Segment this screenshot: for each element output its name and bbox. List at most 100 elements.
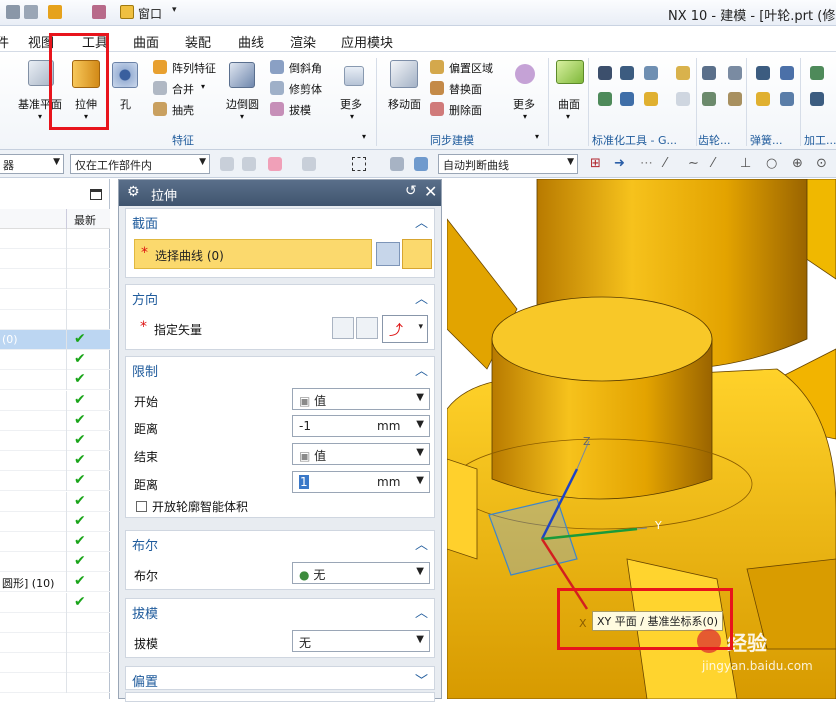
navigator-row[interactable]: ✔ (0, 491, 110, 512)
std-tool-icon-3[interactable] (644, 66, 658, 80)
snap-line-icon[interactable]: ⁄ (664, 156, 666, 171)
vector-type-dropdown[interactable]: ⤴ ▾ (382, 315, 428, 343)
spring-tool-icon-3[interactable] (756, 92, 770, 106)
reset-icon[interactable]: ↺ (405, 183, 417, 199)
navigator-row[interactable] (0, 249, 110, 270)
std-tool-icon-1[interactable] (598, 66, 612, 80)
start-distance-input[interactable]: -1 mm ▼ (292, 415, 430, 437)
boolean-header[interactable]: 布尔 ︿ (126, 531, 434, 555)
eraser-icon[interactable] (92, 5, 106, 19)
spring-tool-icon-4[interactable] (780, 92, 794, 106)
navigator-row[interactable] (0, 633, 110, 653)
window-menu[interactable]: 窗口 (138, 5, 162, 22)
delete-face-label[interactable]: 删除面 (449, 102, 482, 118)
menu-curve[interactable]: 曲线 (238, 32, 264, 51)
more-features-label[interactable]: 更多 (340, 96, 362, 112)
menu-application[interactable]: 应用模块 (341, 32, 393, 51)
navigator-row[interactable] (0, 653, 110, 674)
gear-tool-icon-3[interactable] (702, 92, 716, 106)
navigator-row[interactable]: ✔ (0, 552, 110, 573)
select-face-icon[interactable] (414, 157, 428, 171)
process-tool-icon-2[interactable] (810, 92, 824, 106)
move-face-icon[interactable] (390, 60, 418, 88)
draft-label[interactable]: 拔模 (289, 102, 311, 118)
move-face-label[interactable]: 移动面 (388, 96, 421, 112)
snap-quadrant-icon[interactable]: ⊕ (792, 156, 803, 171)
navigator-row[interactable]: (0) ✔ (0, 330, 110, 350)
spring-group-label[interactable]: 弹簧... (750, 132, 783, 148)
navigator-row[interactable]: ✔ (0, 370, 110, 391)
process-group-label[interactable]: 加工... (804, 132, 836, 148)
close-icon[interactable]: ✕ (424, 182, 437, 201)
std-tool-icon-6[interactable] (644, 92, 658, 106)
std-tool-icon-2[interactable] (620, 66, 634, 80)
pattern-feature-label[interactable]: 阵列特征 (172, 60, 216, 76)
chamfer-icon[interactable] (270, 60, 284, 74)
trim-body-icon[interactable] (270, 81, 284, 95)
navigator-row[interactable]: ✔ (0, 592, 110, 613)
menu-assembly[interactable]: 装配 (185, 32, 211, 51)
navigator-row[interactable]: 圆形] (10) ✔ (0, 572, 110, 593)
std-tool-icon-4[interactable] (598, 92, 612, 106)
select-curve-field[interactable]: * 选择曲线 (0) (134, 239, 372, 269)
replace-face-icon[interactable] (430, 81, 444, 95)
gear-icon[interactable]: ⚙ (127, 184, 140, 200)
more-sync-dropdown-icon[interactable]: ▾ (523, 112, 527, 121)
menu-render[interactable]: 渲染 (290, 32, 316, 51)
navigator-row[interactable]: ✔ (0, 390, 110, 411)
menu-file-partial[interactable]: 件 (0, 32, 9, 51)
snap-point-icon[interactable]: ⊙ (816, 156, 827, 171)
navigator-row[interactable]: ✔ (0, 350, 110, 371)
copy-icon[interactable] (24, 5, 38, 19)
more-sync-label[interactable]: 更多 (513, 96, 535, 112)
menu-surface[interactable]: 曲面 (133, 32, 159, 51)
delete-face-icon[interactable] (430, 102, 444, 116)
window-icon[interactable] (120, 5, 134, 19)
datum-plane-dropdown-icon[interactable]: ▾ (38, 112, 42, 121)
snap-tangent-icon[interactable]: ∼ (688, 156, 699, 171)
gear-tool-icon-2[interactable] (728, 66, 742, 80)
navigator-row[interactable]: ✔ (0, 532, 110, 552)
vector-dialog-button[interactable] (356, 317, 378, 339)
point-snap-icon[interactable] (302, 157, 316, 171)
pattern-feature-icon[interactable] (153, 60, 167, 74)
open-profile-checkbox[interactable] (136, 501, 147, 512)
select-tool-icon[interactable] (220, 157, 234, 171)
navigator-row[interactable]: ✔ (0, 410, 110, 431)
snap-center-icon[interactable]: ○ (766, 156, 777, 171)
unite-label[interactable]: 合并 (172, 81, 194, 97)
section-header[interactable]: 截面 ︿ (126, 209, 434, 233)
unite-dropdown-icon[interactable]: ▾ (201, 82, 205, 91)
gear-tool-icon-1[interactable] (702, 66, 716, 80)
hole-label[interactable]: 孔 (120, 96, 131, 112)
surface-dropdown-icon[interactable]: ▾ (566, 112, 570, 121)
snap-midpoint-icon[interactable]: ⊥ (740, 156, 751, 171)
more-features-icon[interactable] (344, 66, 364, 86)
limits-header[interactable]: 限制 ︿ (126, 357, 434, 381)
snap-grid-icon[interactable]: ⋯ (640, 156, 653, 171)
snap-perp-icon[interactable]: ⁄ (712, 156, 714, 171)
curve-select-button[interactable] (402, 239, 432, 269)
spring-tool-icon-2[interactable] (780, 66, 794, 80)
offset-header[interactable]: 偏置 ﹀ (126, 667, 434, 691)
type-filter-select[interactable]: 器 ▼ (0, 154, 64, 174)
navigator-row[interactable] (0, 229, 110, 249)
end-distance-input[interactable]: 1 mm ▼ (292, 471, 430, 493)
navigator-maximize-icon[interactable] (90, 189, 102, 200)
replace-face-label[interactable]: 替换面 (449, 81, 482, 97)
selection-scope-select[interactable]: 仅在工作部件内 ▼ (70, 154, 210, 174)
start-mode-select[interactable]: ▣ 值 ▼ (292, 388, 430, 410)
std-tool-icon-7[interactable] (676, 66, 690, 80)
draft-header[interactable]: 拔模 ︿ (126, 599, 434, 623)
std-tool-group-label[interactable]: 标准化工具 - G... (592, 132, 677, 148)
surface-label[interactable]: 曲面 (558, 96, 580, 112)
unite-icon[interactable] (153, 81, 167, 95)
navigator-row[interactable] (0, 673, 110, 694)
spring-tool-icon-1[interactable] (756, 66, 770, 80)
std-tool-icon-5[interactable] (620, 92, 634, 106)
select-body-icon[interactable] (390, 157, 404, 171)
book-icon[interactable] (48, 5, 62, 19)
snap-tool-icon[interactable] (242, 157, 256, 171)
trim-body-label[interactable]: 修剪体 (289, 81, 322, 97)
snap-arrow-icon[interactable]: ➜ (614, 156, 625, 171)
